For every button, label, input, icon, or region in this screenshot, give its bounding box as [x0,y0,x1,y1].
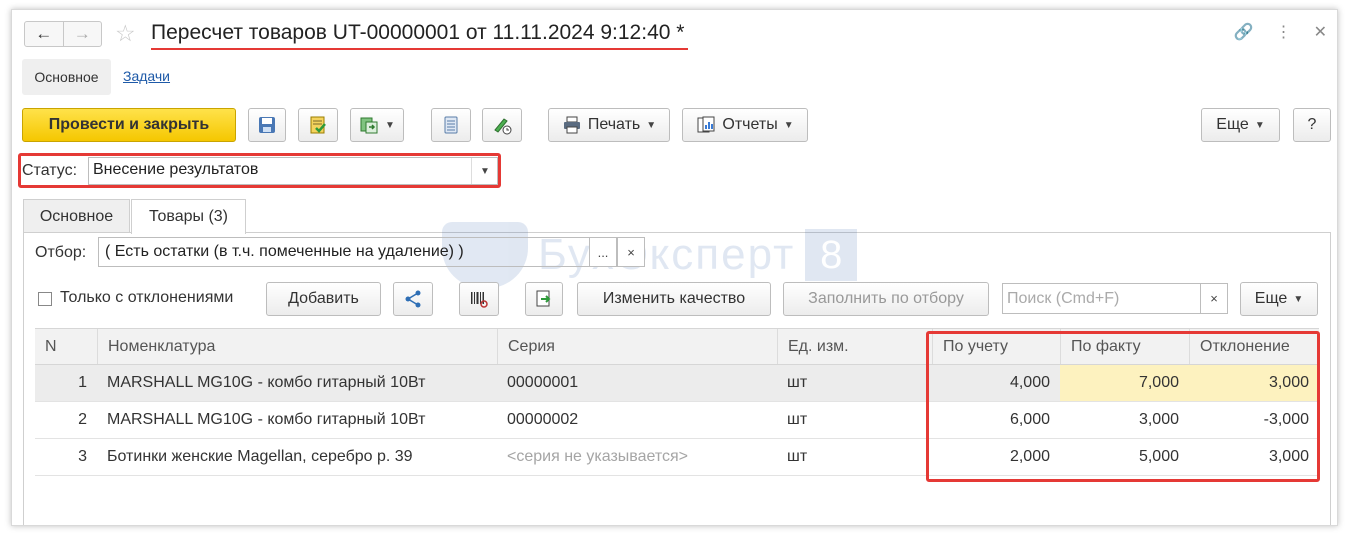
only-deviations-checkbox[interactable] [38,292,52,306]
pencil-clock-icon [494,118,512,135]
fill-by-filter-button[interactable]: Заполнить по отбору [783,282,989,316]
pick-goods-button[interactable] [525,282,563,316]
barcode-search-button[interactable] [459,282,499,316]
document-window: ← → ☆ Пересчет товаров UT-00000001 от 11… [11,9,1338,526]
print-label: Печать [587,116,641,133]
create-based-on-button[interactable]: ▼ [350,108,404,142]
pick-goods-icon [536,290,551,307]
reports-icon [697,116,715,133]
row-nomenclature[interactable]: Ботинки женские Magellan, серебро р. 39 [97,439,497,475]
filter-field[interactable]: ( Есть остатки (в т.ч. помеченные на уда… [98,237,590,267]
filter-select-button[interactable]: ... [589,237,617,267]
create-based-on-icon [360,117,378,134]
history-nav: ← → [24,21,102,47]
header-unit[interactable]: Ед. изм. [777,329,932,364]
row-series[interactable]: <серия не указывается> [497,439,777,475]
row-number: 3 [78,448,87,465]
section-main[interactable]: Основное [22,59,111,95]
row-series[interactable]: 00000001 [497,365,777,401]
search-input[interactable]: Поиск (Cmd+F) [1002,283,1201,314]
status-label: Статус: [22,162,78,179]
filter-clear-button[interactable]: × [617,237,645,267]
printer-icon [563,116,580,134]
post-and-close-button[interactable]: Провести и закрыть [22,108,236,142]
help-button[interactable]: ? [1293,108,1331,142]
forward-button[interactable]: → [62,22,102,46]
search-clear-button[interactable]: × [1200,283,1228,314]
row-series[interactable]: 00000002 [497,402,777,438]
reports-button[interactable]: Отчеты ▼ [682,108,808,142]
barcode-icon [471,292,488,308]
chevron-down-icon[interactable]: ▼ [471,158,498,184]
chevron-down-icon: ▼ [783,119,794,131]
row-nomenclature[interactable]: MARSHALL MG10G - комбо гитарный 10Вт [97,365,497,401]
more-vert-icon[interactable]: ⋮ [1276,22,1292,42]
favorite-star-icon[interactable]: ☆ [115,20,136,46]
chevron-down-icon: ▼ [1293,293,1304,305]
section-tasks-link[interactable]: Задачи [123,68,170,84]
share-button[interactable] [393,282,433,316]
chevron-down-icon: ▼ [646,119,657,131]
header-nomenclature[interactable]: Номенклатура [97,329,497,364]
post-button[interactable] [298,108,338,142]
back-button[interactable]: ← [25,22,63,46]
row-number: 1 [78,374,87,391]
row-number: 2 [78,411,87,428]
document-structure-button[interactable] [431,108,471,142]
filter-label: Отбор: [35,244,87,261]
change-quality-button[interactable]: Изменить качество [577,282,771,316]
row-unit[interactable]: шт [777,402,932,438]
tab-main[interactable]: Основное [23,199,130,233]
close-icon[interactable]: ✕ [1314,22,1327,42]
only-deviations-label[interactable]: Только с отклонениями [60,289,233,307]
reports-label: Отчеты [722,116,778,133]
table-more-button[interactable]: Еще ▼ [1240,282,1318,316]
edit-history-button[interactable] [482,108,522,142]
post-document-icon [310,116,326,134]
table-more-label: Еще [1254,290,1288,307]
more-button[interactable]: Еще ▼ [1201,108,1280,142]
print-button[interactable]: Печать ▼ [548,108,670,142]
save-button[interactable] [248,108,286,142]
row-nomenclature[interactable]: MARSHALL MG10G - комбо гитарный 10Вт [97,402,497,438]
share-icon [405,290,421,308]
row-unit[interactable]: шт [777,365,932,401]
chevron-down-icon: ▼ [385,119,395,131]
window-title: Пересчет товаров UT-00000001 от 11.11.20… [151,21,685,44]
save-icon [259,117,275,133]
header-series[interactable]: Серия [497,329,777,364]
more-label: Еще [1216,116,1249,133]
list-document-icon [444,116,458,134]
header-n[interactable]: N [35,329,97,364]
title-highlight-line [151,48,688,50]
window-controls: 🔗 ⋮ ✕ [1234,22,1327,42]
add-button[interactable]: Добавить [266,282,381,316]
quantities-highlight-frame [926,331,1320,482]
status-select[interactable]: Внесение результатов [88,157,498,185]
tab-goods[interactable]: Товары (3) [131,199,246,234]
row-unit[interactable]: шт [777,439,932,475]
link-icon[interactable]: 🔗 [1234,22,1254,42]
chevron-down-icon: ▼ [1254,119,1265,131]
